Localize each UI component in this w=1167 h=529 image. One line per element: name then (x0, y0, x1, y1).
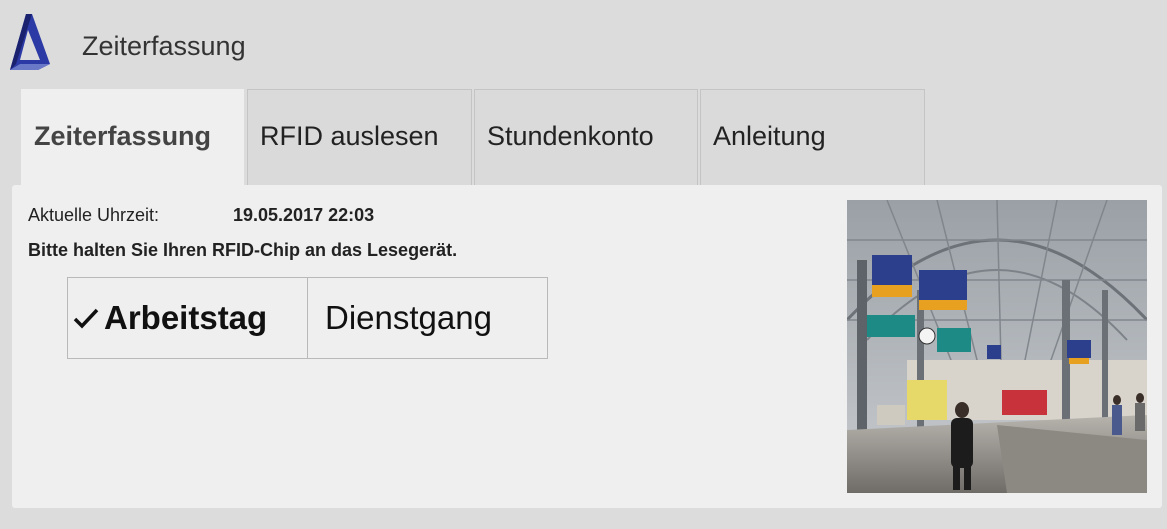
clock-label: Aktuelle Uhrzeit: (28, 205, 160, 225)
tab-rfid-auslesen[interactable]: RFID auslesen (247, 89, 472, 185)
header: Zeiterfassung (0, 0, 1167, 88)
tab-stundenkonto[interactable]: Stundenkonto (474, 89, 698, 185)
checkmark-icon (72, 306, 100, 330)
arbeitstag-button[interactable]: Arbeitstag (67, 277, 308, 359)
dienstgang-button[interactable]: Dienstgang (307, 277, 548, 359)
triangle-logo-icon (8, 12, 50, 72)
tab-zeiterfassung[interactable]: Zeiterfassung (21, 89, 244, 186)
app-title: Zeiterfassung (82, 31, 246, 61)
content-panel: Aktuelle Uhrzeit: 19.05.2017 22:03 Bitte… (12, 185, 1162, 508)
clock-value: 19.05.2017 22:03 (233, 205, 375, 225)
tab-anleitung[interactable]: Anleitung (700, 89, 925, 185)
dienstgang-label: Dienstgang (325, 299, 492, 336)
arbeitstag-label: Arbeitstag (104, 299, 268, 336)
station-photo (847, 200, 1147, 493)
rfid-instruction: Bitte halten Sie Ihren RFID-Chip an das … (28, 240, 458, 260)
mode-toggle-group: Arbeitstag Dienstgang (67, 277, 548, 359)
app-window: Zeiterfassung Zeiterfassung RFID auslese… (0, 0, 1167, 529)
